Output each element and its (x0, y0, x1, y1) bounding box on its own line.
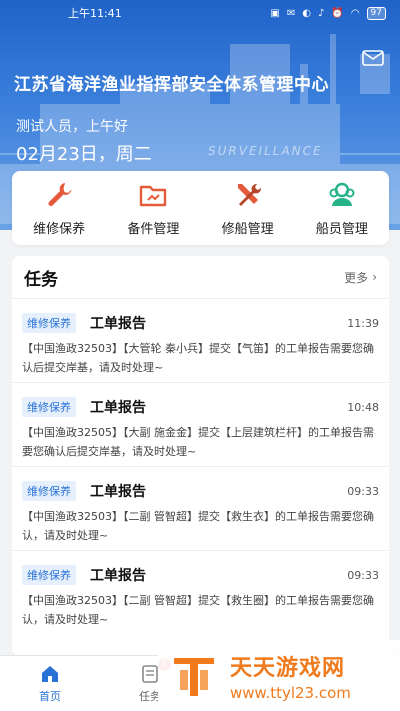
task-time: 09:33 (347, 484, 379, 498)
wifi-icon: ◠ (350, 7, 360, 19)
chevron-right-icon: › (372, 270, 377, 284)
task-item[interactable]: 维修保养 工单报告 10:48 【中国渔政32505】【大副 施金金】提交【上层… (12, 382, 389, 466)
ship-hull-text: SURVEILLANCE (208, 144, 323, 158)
menu-label: 备件管理 (127, 221, 180, 237)
status-bar: 上午11:41 ▣ ✉ ◐ ♪ ⏰ ◠ 97 (0, 0, 400, 26)
more-label: 更多 (344, 270, 369, 285)
menu-crew[interactable]: 船员管理 (297, 180, 387, 237)
organization-title: 江苏省海洋渔业指挥部安全体系管理中心 (14, 75, 329, 95)
watermark-logo-icon (174, 657, 214, 696)
task-time: 09:33 (347, 568, 379, 582)
tools-icon (237, 183, 261, 206)
quick-menu: 维修保养 备件管理 修船管理 船员管理 (12, 171, 389, 245)
nav-home[interactable]: 首页 (0, 656, 100, 711)
menu-maintenance[interactable]: 维修保养 (14, 180, 104, 237)
task-time: 11:39 (347, 316, 379, 330)
watermark-title: 天天游戏网 (230, 655, 346, 681)
watermark-url: www.ttyl23.com (230, 683, 351, 702)
greeting-text: 测试人员，上午好 (16, 119, 128, 135)
tasks-title: 任务 (24, 269, 58, 290)
task-item[interactable]: 维修保养 工单报告 09:33 【中国渔政32503】【二副 管智超】提交【救生… (12, 550, 389, 634)
menu-label: 维修保养 (33, 221, 86, 237)
task-tag: 维修保养 (22, 397, 76, 417)
battery-icon: 97 (366, 6, 386, 20)
task-title: 工单报告 (90, 484, 146, 500)
task-description: 【中国渔政32505】【大副 施金金】提交【上层建筑栏杆】的工单报告需要您确认后… (22, 426, 374, 458)
task-description: 【中国渔政32503】【二副 管智超】提交【救生衣】的工单报告需要您确认，请及时… (22, 510, 374, 542)
task-time: 10:48 (347, 400, 379, 414)
home-icon (42, 666, 58, 682)
task-description: 【中国渔政32503】【二副 管智超】提交【救生圈】的工单报告需要您确认，请及时… (22, 594, 374, 626)
tasks-header: 任务 更多 › (12, 256, 389, 298)
date-text: 02月23日，周二 (16, 144, 152, 165)
toggle-icon: ◐ (302, 7, 311, 19)
notification-icon: ✉ (286, 7, 296, 19)
crew-icon (329, 182, 355, 206)
nav-label: 首页 (39, 690, 61, 703)
task-title: 工单报告 (90, 568, 146, 584)
status-icons: ▣ ✉ ◐ ♪ ⏰ ◠ 97 (270, 6, 386, 20)
task-tag: 维修保养 (22, 313, 76, 333)
task-title: 工单报告 (90, 400, 146, 416)
task-item[interactable]: 维修保养 工单报告 09:33 【中国渔政32503】【二副 管智超】提交【救生… (12, 466, 389, 550)
mute-icon: ♪ (317, 7, 325, 19)
folder-icon (140, 185, 167, 206)
status-time: 上午11:41 (68, 7, 122, 20)
menu-ship-repair[interactable]: 修船管理 (203, 180, 293, 237)
menu-spare-parts[interactable]: 备件管理 (108, 180, 198, 237)
menu-label: 船员管理 (315, 221, 368, 237)
task-item[interactable]: 维修保养 工单报告 11:39 【中国渔政32503】【大管轮 秦小兵】提交【气… (12, 298, 389, 382)
task-tag: 维修保养 (22, 481, 76, 501)
task-tag: 维修保养 (22, 565, 76, 585)
tasks-panel: 任务 更多 › 维修保养 工单报告 11:39 【中国渔政32503】【大管轮 … (12, 256, 389, 656)
task-description: 【中国渔政32503】【大管轮 秦小兵】提交【气笛】的工单报告需要您确认后提交岸… (22, 342, 374, 374)
wrench-icon (48, 182, 72, 206)
task-title: 工单报告 (90, 316, 146, 332)
task-icon (142, 665, 158, 683)
sim-icon: ▣ (270, 7, 280, 19)
mail-icon[interactable] (362, 50, 384, 66)
more-link[interactable]: 更多 › (344, 269, 377, 286)
site-watermark: 天天游戏网 www.ttyl23.com (158, 640, 400, 711)
menu-label: 修船管理 (221, 221, 274, 237)
alarm-icon: ⏰ (331, 7, 344, 19)
